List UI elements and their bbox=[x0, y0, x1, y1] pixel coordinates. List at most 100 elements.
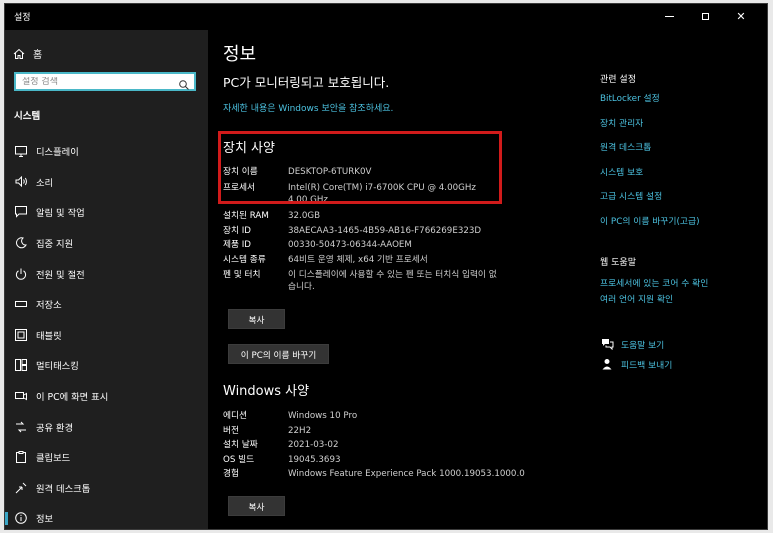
related-settings-title: 관련 설정 bbox=[600, 75, 636, 85]
search-input[interactable] bbox=[22, 76, 172, 87]
sidebar-item-multitasking[interactable]: 멀티태스킹 bbox=[5, 350, 208, 381]
sidebar-item-label: 멀티태스킹 bbox=[36, 361, 79, 373]
spec-key: OS 빌드 bbox=[223, 454, 255, 465]
spec-row-system-type: 시스템 종류 64비트 운영 체제, x64 기반 프로세서 bbox=[223, 254, 513, 269]
spec-row-os-build: OS 빌드 19045.3693 bbox=[223, 453, 543, 468]
sidebar-item-label: 디스플레이 bbox=[36, 147, 79, 159]
spec-key: 설치 날짜 bbox=[223, 440, 258, 451]
close-button[interactable]: ✕ bbox=[723, 4, 759, 28]
remote-desktop-icon bbox=[14, 481, 28, 495]
rename-pc-button[interactable]: 이 PC의 이름 바꾸기 bbox=[228, 344, 329, 364]
spec-key: 펜 및 터치 bbox=[223, 270, 261, 280]
windows-specs-heading: Windows 사양 bbox=[223, 384, 310, 399]
link-remote-desktop[interactable]: 원격 데스크톱 bbox=[600, 142, 760, 167]
spec-value: 이 디스플레이에 사용할 수 있는 펜 또는 터치식 입력이 없습니다. bbox=[288, 270, 497, 292]
sidebar-item-label: 전원 및 절전 bbox=[36, 269, 85, 281]
get-help-label: 도움말 보기 bbox=[621, 340, 665, 351]
sidebar-item-power[interactable]: 전원 및 절전 bbox=[5, 258, 208, 289]
sidebar-item-label: 이 PC에 화면 표시 bbox=[36, 392, 109, 404]
web-help-links: 프로세서에 있는 코어 수 확인 여러 언어 지원 확인 bbox=[600, 278, 708, 310]
sidebar-item-focus-assist[interactable]: 집중 지원 bbox=[5, 228, 208, 259]
sidebar-item-display[interactable]: 디스플레이 bbox=[5, 136, 208, 167]
sidebar-item-label: 태블릿 bbox=[36, 330, 62, 342]
sidebar-item-label: 저장소 bbox=[36, 300, 62, 312]
sidebar-item-shared-experiences[interactable]: 공유 환경 bbox=[5, 411, 208, 442]
settings-search-box[interactable] bbox=[14, 72, 196, 91]
link-bitlocker[interactable]: BitLocker 설정 bbox=[600, 93, 760, 118]
spec-key: 장치 ID bbox=[223, 226, 251, 236]
sidebar-item-sound[interactable]: 소리 bbox=[5, 167, 208, 198]
window-title: 설정 bbox=[14, 13, 31, 23]
copy-windows-specs-button[interactable]: 복사 bbox=[228, 496, 285, 516]
link-device-manager[interactable]: 장치 관리자 bbox=[600, 118, 760, 143]
sidebar-item-tablet[interactable]: 태블릿 bbox=[5, 320, 208, 351]
spec-key: 에디션 bbox=[223, 411, 247, 421]
feedback-label: 피드백 보내기 bbox=[621, 360, 673, 371]
active-item-indicator bbox=[5, 512, 8, 526]
spec-value: 00330-50473-06344-AAOEM bbox=[288, 240, 412, 250]
spec-value: 19045.3693 bbox=[288, 454, 341, 465]
home-label: 홈 bbox=[33, 50, 43, 61]
sidebar-item-label: 클립보드 bbox=[36, 453, 71, 465]
get-help-icon bbox=[600, 337, 614, 351]
clipboard-icon bbox=[14, 450, 28, 464]
spec-row-pen-touch: 펜 및 터치 이 디스플레이에 사용할 수 있는 펜 또는 터치식 입력이 없습… bbox=[223, 269, 513, 297]
spec-row-version: 버전 22H2 bbox=[223, 424, 543, 439]
windows-security-link[interactable]: 자세한 내용은 Windows 보안을 참조하세요. bbox=[223, 101, 393, 114]
related-settings: 관련 설정 BitLocker 설정 장치 관리자 원격 데스크톱 시스템 보호… bbox=[600, 72, 760, 241]
highlight-box bbox=[218, 131, 502, 204]
spec-value: 64비트 운영 체제, x64 기반 프로세서 bbox=[288, 255, 428, 265]
storage-icon bbox=[14, 297, 28, 311]
spec-key: 제품 ID bbox=[223, 240, 251, 250]
main-content: 정보 PC가 모니터링되고 보호됩니다. 자세한 내용은 Windows 보안을… bbox=[208, 30, 767, 529]
feedback-link[interactable]: 피드백 보내기 bbox=[600, 357, 672, 371]
minimize-button[interactable] bbox=[651, 4, 687, 28]
spec-value: Windows Feature Experience Pack 1000.190… bbox=[288, 469, 525, 480]
sidebar-item-about[interactable]: 정보 bbox=[5, 503, 208, 529]
link-system-protection[interactable]: 시스템 보호 bbox=[600, 167, 760, 192]
sidebar-nav: 디스플레이 소리 알림 및 작업 집중 지원 전원 및 절전 저장소 태블릿 멀… bbox=[5, 136, 208, 529]
search-icon[interactable] bbox=[178, 76, 190, 90]
sidebar-item-remote-desktop[interactable]: 원격 데스크톱 bbox=[5, 473, 208, 504]
display-icon bbox=[14, 144, 28, 158]
spec-key: 버전 bbox=[223, 425, 239, 436]
shared-experiences-icon bbox=[14, 420, 28, 434]
sidebar-home[interactable]: 홈 bbox=[13, 46, 42, 61]
sound-icon bbox=[14, 175, 28, 189]
spec-row-product-id: 제품 ID 00330-50473-06344-AAOEM bbox=[223, 239, 513, 254]
spec-value: 22H2 bbox=[288, 425, 312, 436]
spec-value: 32.0GB bbox=[288, 211, 321, 221]
close-icon: ✕ bbox=[736, 9, 746, 23]
focus-assist-icon bbox=[14, 236, 28, 250]
spec-value: 38AECAA3-1465-4B59-AB16-F766269E323D bbox=[288, 226, 482, 236]
spec-key: 경험 bbox=[223, 469, 239, 480]
web-help-title: 웹 도움말 bbox=[600, 258, 636, 268]
sidebar-item-label: 집중 지원 bbox=[36, 239, 74, 251]
sidebar-item-notifications[interactable]: 알림 및 작업 bbox=[5, 197, 208, 228]
home-icon bbox=[13, 48, 25, 60]
sidebar-item-project[interactable]: 이 PC에 화면 표시 bbox=[5, 381, 208, 412]
sidebar-item-label: 소리 bbox=[36, 177, 54, 189]
link-rename-advanced[interactable]: 이 PC의 이름 바꾸기(고급) bbox=[600, 216, 760, 241]
sidebar-item-clipboard[interactable]: 클립보드 bbox=[5, 442, 208, 473]
project-icon bbox=[14, 389, 28, 403]
notifications-icon bbox=[14, 205, 28, 219]
sidebar-item-label: 원격 데스크톱 bbox=[36, 483, 91, 495]
maximize-button[interactable] bbox=[687, 4, 723, 28]
spec-value: Windows 10 Pro bbox=[288, 411, 358, 421]
get-help-link[interactable]: 도움말 보기 bbox=[600, 337, 664, 351]
settings-window: 설정 ✕ 홈 시스템 디스플레이 소리 bbox=[4, 3, 768, 530]
feedback-icon bbox=[600, 357, 614, 371]
link-processor-cores[interactable]: 프로세서에 있는 코어 수 확인 bbox=[600, 278, 708, 294]
power-icon bbox=[14, 267, 28, 281]
sidebar-item-label: 알림 및 작업 bbox=[36, 208, 85, 220]
spec-key: 설치된 RAM bbox=[223, 211, 269, 221]
spec-row-experience: 경험 Windows Feature Experience Pack 1000.… bbox=[223, 467, 543, 482]
link-language-support[interactable]: 여러 언어 지원 확인 bbox=[600, 294, 708, 310]
multitasking-icon bbox=[14, 358, 28, 372]
info-icon bbox=[14, 511, 28, 525]
copy-device-specs-button[interactable]: 복사 bbox=[228, 309, 285, 329]
tablet-icon bbox=[14, 328, 28, 342]
sidebar-item-storage[interactable]: 저장소 bbox=[5, 289, 208, 320]
link-advanced-system[interactable]: 고급 시스템 설정 bbox=[600, 191, 760, 216]
